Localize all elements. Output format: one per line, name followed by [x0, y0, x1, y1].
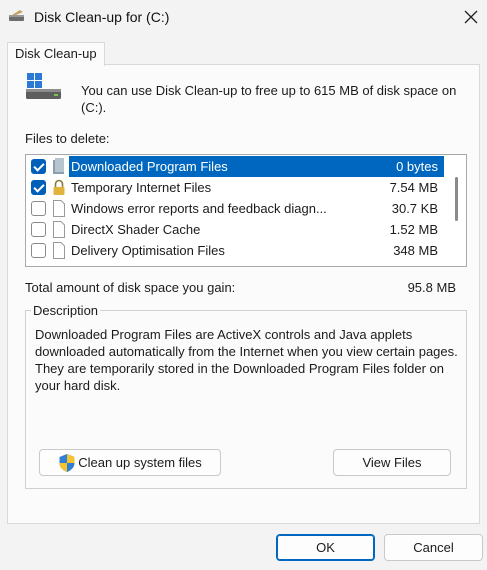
file-row-windows-error-reports[interactable]: Windows error reports and feedback diagn… [26, 198, 446, 219]
tab-disk-cleanup[interactable]: Disk Clean-up [7, 42, 105, 66]
description-legend: Description [31, 303, 101, 318]
checkbox-windows-error-reports[interactable] [31, 201, 46, 216]
cancel-button[interactable]: Cancel [384, 534, 483, 561]
ok-button[interactable]: OK [276, 534, 375, 561]
checkbox-downloaded-program-files[interactable] [31, 159, 46, 174]
files-list[interactable]: Downloaded Program Files 0 bytes Tempora… [25, 154, 467, 267]
file-name: Delivery Optimisation Files [71, 243, 225, 258]
disk-cleanup-app-icon [9, 10, 24, 21]
file-icon [53, 242, 65, 259]
view-files-button[interactable]: View Files [333, 449, 451, 476]
lock-icon [53, 179, 65, 195]
clean-up-system-files-button[interactable]: Clean up system files [39, 449, 221, 476]
close-button[interactable] [455, 2, 487, 32]
file-name: Downloaded Program Files [71, 159, 228, 174]
file-row-directx-shader-cache[interactable]: DirectX Shader Cache 1.52 MB [26, 219, 446, 240]
files-to-delete-label: Files to delete: [25, 131, 110, 146]
file-size: 30.7 KB [391, 201, 438, 216]
file-row-delivery-optimisation-files[interactable]: Delivery Optimisation Files 348 MB [26, 240, 446, 261]
total-space-label: Total amount of disk space you gain: [25, 280, 236, 295]
title-bar: Disk Clean-up for (C:) [0, 0, 487, 34]
file-size: 1.52 MB [389, 222, 438, 237]
scrollbar-thumb[interactable] [455, 177, 458, 221]
file-name: Temporary Internet Files [71, 180, 212, 195]
files-list-scrollbar[interactable] [449, 155, 466, 266]
folder-icon [53, 158, 64, 174]
file-name: Windows error reports and feedback diagn… [71, 201, 327, 216]
window-title: Disk Clean-up for (C:) [34, 9, 170, 25]
close-icon [464, 10, 478, 24]
file-icon [53, 200, 65, 217]
total-space-value: 95.8 MB [407, 280, 456, 295]
clean-up-system-files-label: Clean up system files [78, 455, 202, 470]
file-name: DirectX Shader Cache [71, 222, 201, 237]
checkbox-directx-shader-cache[interactable] [31, 222, 46, 237]
description-text: Downloaded Program Files are ActiveX con… [35, 327, 458, 393]
checkbox-delivery-optimisation-files[interactable] [31, 243, 46, 258]
file-icon [53, 221, 65, 238]
file-size: 7.54 MB [389, 180, 438, 195]
uac-shield-icon [59, 453, 75, 472]
file-size: 348 MB [393, 243, 438, 258]
file-size: 0 bytes [396, 159, 438, 174]
intro-text: You can use Disk Clean-up to free up to … [81, 83, 457, 115]
checkbox-temporary-internet-files[interactable] [31, 180, 46, 195]
drive-icon [26, 73, 61, 99]
file-row-temporary-internet-files[interactable]: Temporary Internet Files 7.54 MB [26, 177, 446, 198]
file-row-downloaded-program-files[interactable]: Downloaded Program Files 0 bytes [26, 156, 446, 177]
